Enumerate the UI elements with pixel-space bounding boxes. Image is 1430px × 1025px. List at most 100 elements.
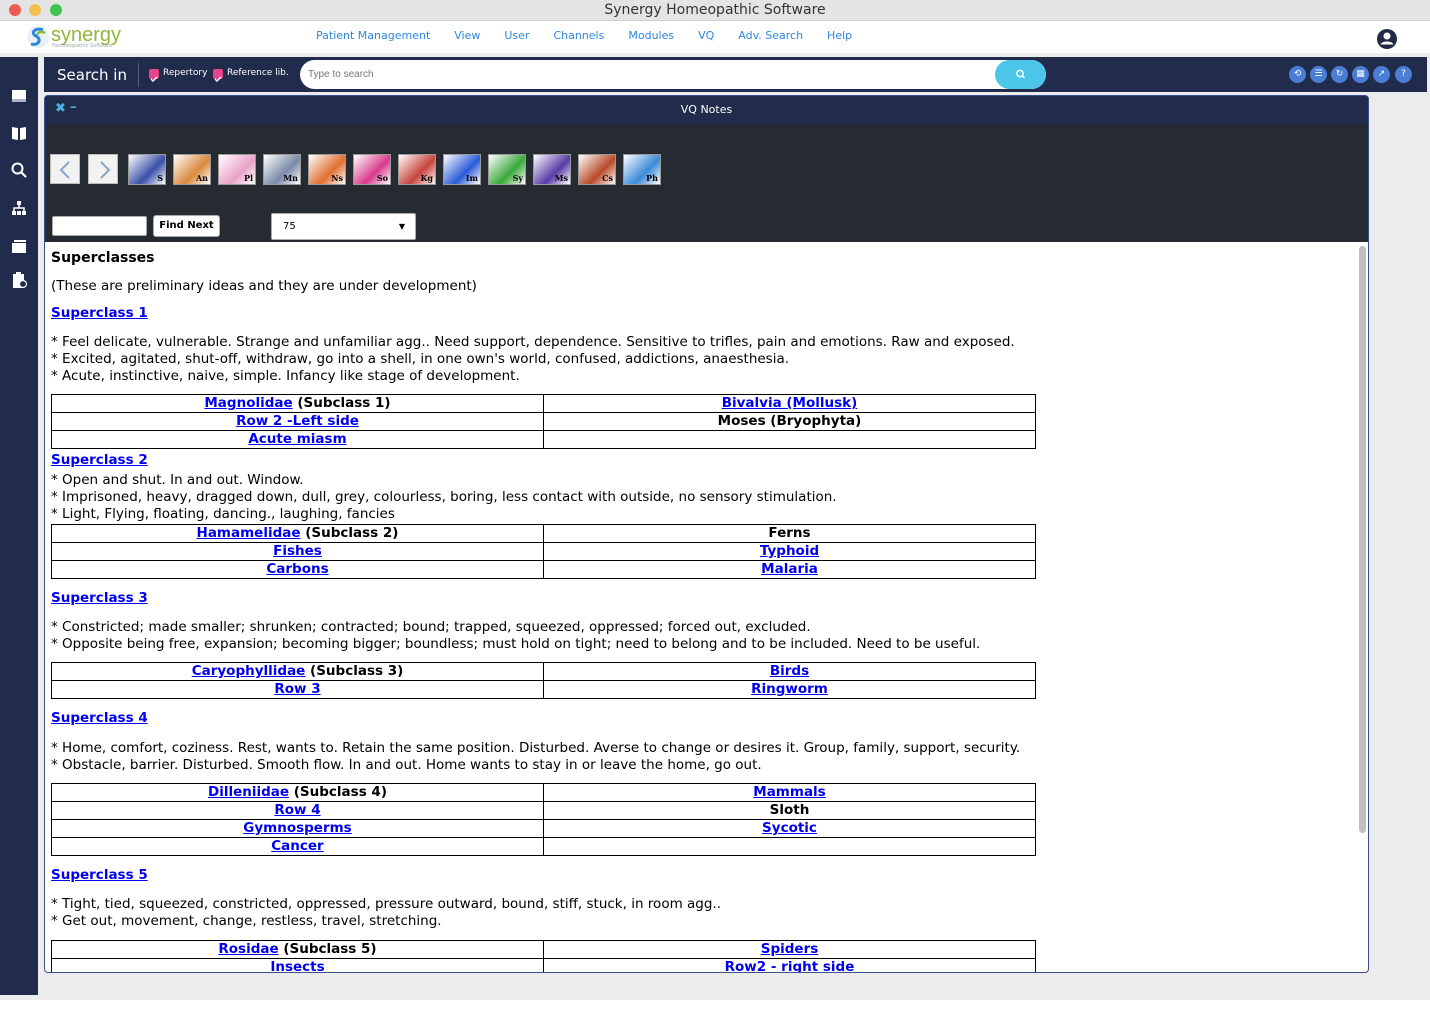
forward-button[interactable] <box>88 154 118 184</box>
book-label: Sy <box>512 173 523 183</box>
cards-icon[interactable] <box>10 237 28 255</box>
superclass-heading-link[interactable]: Superclass 1 <box>51 305 148 321</box>
book-so-button[interactable]: So <box>353 154 391 185</box>
reference-lib-checkbox-label: Reference lib. <box>227 68 289 78</box>
classification-table: Rosidae (Subclass 5) Spiders Insects Row2 -… <box>51 940 1036 973</box>
nav-item-patient-management[interactable]: Patient Management <box>316 29 430 42</box>
help-icon[interactable]: ? <box>1395 66 1412 83</box>
book-an-button[interactable]: An <box>173 154 211 185</box>
find-input[interactable] <box>52 216 147 236</box>
superclass-heading-link[interactable]: Superclass 3 <box>51 590 148 606</box>
scrollbar-thumb[interactable] <box>1359 246 1366 833</box>
back-button[interactable] <box>50 154 80 184</box>
table-cell: Sloth <box>543 801 1036 820</box>
table-cell: Magnolidae (Subclass 1) <box>51 394 544 413</box>
table-cell: Acute miasm <box>51 430 544 449</box>
nav-item-adv-search[interactable]: Adv. Search <box>738 29 803 42</box>
cell-link[interactable]: Row2 - right side <box>725 959 855 973</box>
search-button[interactable] <box>995 60 1046 89</box>
chevron-right-icon <box>100 161 111 179</box>
book-s-button[interactable]: S <box>128 154 166 185</box>
book-sy-button[interactable]: Sy <box>488 154 526 185</box>
book-mn-button[interactable]: Mn <box>263 154 301 185</box>
cell-link[interactable]: Malaria <box>761 561 818 577</box>
book-im-button[interactable]: Im <box>443 154 481 185</box>
trend-icon[interactable]: ↗ <box>1373 66 1390 83</box>
table-row: Acute miasm <box>51 430 1036 449</box>
find-next-button[interactable]: Find Next <box>153 215 220 237</box>
cell-link[interactable]: Typhoid <box>760 543 819 559</box>
history-icon[interactable]: ⟲ <box>1289 66 1306 83</box>
superclass-link[interactable]: Superclass 3 <box>51 590 148 606</box>
book-kg-button[interactable]: Kg <box>398 154 436 185</box>
vertical-scrollbar[interactable] <box>1355 242 1368 972</box>
table-row: Caryophyllidae (Subclass 3) Birds <box>51 662 1036 681</box>
cell-link[interactable]: Acute miasm <box>248 431 346 447</box>
zoom-select[interactable]: 75 ▼ <box>271 213 416 240</box>
book-label: Ph <box>646 173 658 183</box>
nav-item-view[interactable]: View <box>454 29 480 42</box>
cell-link[interactable]: Carbons <box>266 561 328 577</box>
cell-link[interactable]: Insects <box>270 959 324 973</box>
cell-link[interactable]: Birds <box>770 663 809 679</box>
nav-item-help[interactable]: Help <box>827 29 852 42</box>
clipboard-icon[interactable] <box>10 271 28 289</box>
nav-item-user[interactable]: User <box>504 29 529 42</box>
hierarchy-icon[interactable] <box>10 199 28 217</box>
cell-link[interactable]: Row 4 <box>274 802 320 818</box>
table-cell: Ferns <box>543 524 1036 543</box>
table-row: Row 3 Ringworm <box>51 680 1036 699</box>
book-ms-button[interactable]: Ms <box>533 154 571 185</box>
nav-item-vq[interactable]: VQ <box>698 29 714 42</box>
user-account-icon[interactable] <box>1376 28 1398 50</box>
repertory-icon[interactable] <box>10 87 28 105</box>
table-cell: Rosidae (Subclass 5) <box>51 940 544 959</box>
book-ph-button[interactable]: Ph <box>623 154 661 185</box>
book-pl-button[interactable]: Pl <box>218 154 256 185</box>
search-icon[interactable] <box>10 161 28 179</box>
search-input[interactable] <box>300 60 1046 89</box>
note-line: * Excited, agitated, shut-off, withdraw,… <box>51 351 790 367</box>
nav-item-modules[interactable]: Modules <box>628 29 674 42</box>
cell-link[interactable]: Sycotic <box>762 820 817 836</box>
classification-table: Magnolidae (Subclass 1) Bivalvia (Mollusk… <box>51 394 1036 449</box>
book-cs-button[interactable]: Cs <box>578 154 616 185</box>
nav-item-channels[interactable]: Channels <box>553 29 604 42</box>
cell-link[interactable]: Spiders <box>761 941 819 957</box>
superclass-link[interactable]: Superclass 4 <box>51 710 148 726</box>
superclass-link[interactable]: Superclass 1 <box>51 305 148 321</box>
cell-link[interactable]: Gymnosperms <box>243 820 351 836</box>
cell-link[interactable]: Dilleniidae <box>208 784 289 800</box>
superclass-heading-link[interactable]: Superclass 2 <box>51 452 148 468</box>
cell-link[interactable]: Ringworm <box>751 681 828 697</box>
cell-link[interactable]: Row 2 -Left side <box>236 413 359 429</box>
cell-link[interactable]: Bivalvia (Mollusk) <box>722 395 858 411</box>
filter-icon[interactable]: ☰ <box>1310 66 1327 83</box>
table-cell: Gymnosperms <box>51 819 544 838</box>
superclass-heading-link[interactable]: Superclass 5 <box>51 867 148 883</box>
table-cell: Insects <box>51 958 544 973</box>
cell-link[interactable]: Row 3 <box>274 681 320 697</box>
cell-link[interactable]: Caryophyllidae <box>192 663 306 679</box>
repertory-checkbox[interactable] <box>149 69 159 83</box>
cell-link[interactable]: Mammals <box>753 784 825 800</box>
cell-link[interactable]: Fishes <box>273 543 322 559</box>
cell-link[interactable]: Cancer <box>271 838 323 854</box>
footer-bar <box>0 1000 1430 1025</box>
refresh-icon[interactable]: ↻ <box>1331 66 1348 83</box>
cell-link[interactable]: Rosidae <box>218 941 278 957</box>
reference-lib-checkbox[interactable] <box>213 69 223 83</box>
separator <box>138 63 139 87</box>
cell-link[interactable]: Magnolidae <box>204 395 292 411</box>
superclass-heading-link[interactable]: Superclass 4 <box>51 710 148 726</box>
cell-suffix: (Subclass 5) <box>278 941 377 957</box>
chart-icon[interactable]: ▦ <box>1352 66 1369 83</box>
superclass-link[interactable]: Superclass 2 <box>51 452 148 468</box>
book-icon[interactable] <box>10 124 28 142</box>
vq-notes-panel: ✖ – VQ Notes S An Pl Mn Ns So Kg Im Sy Ms Cs Ph Fin… <box>44 95 1369 973</box>
table-cell: Ringworm <box>543 680 1036 699</box>
book-ns-button[interactable]: Ns <box>308 154 346 185</box>
superclass-link[interactable]: Superclass 5 <box>51 867 148 883</box>
cell-link[interactable]: Hamamelidae <box>197 525 301 541</box>
table-cell: Birds <box>543 662 1036 681</box>
